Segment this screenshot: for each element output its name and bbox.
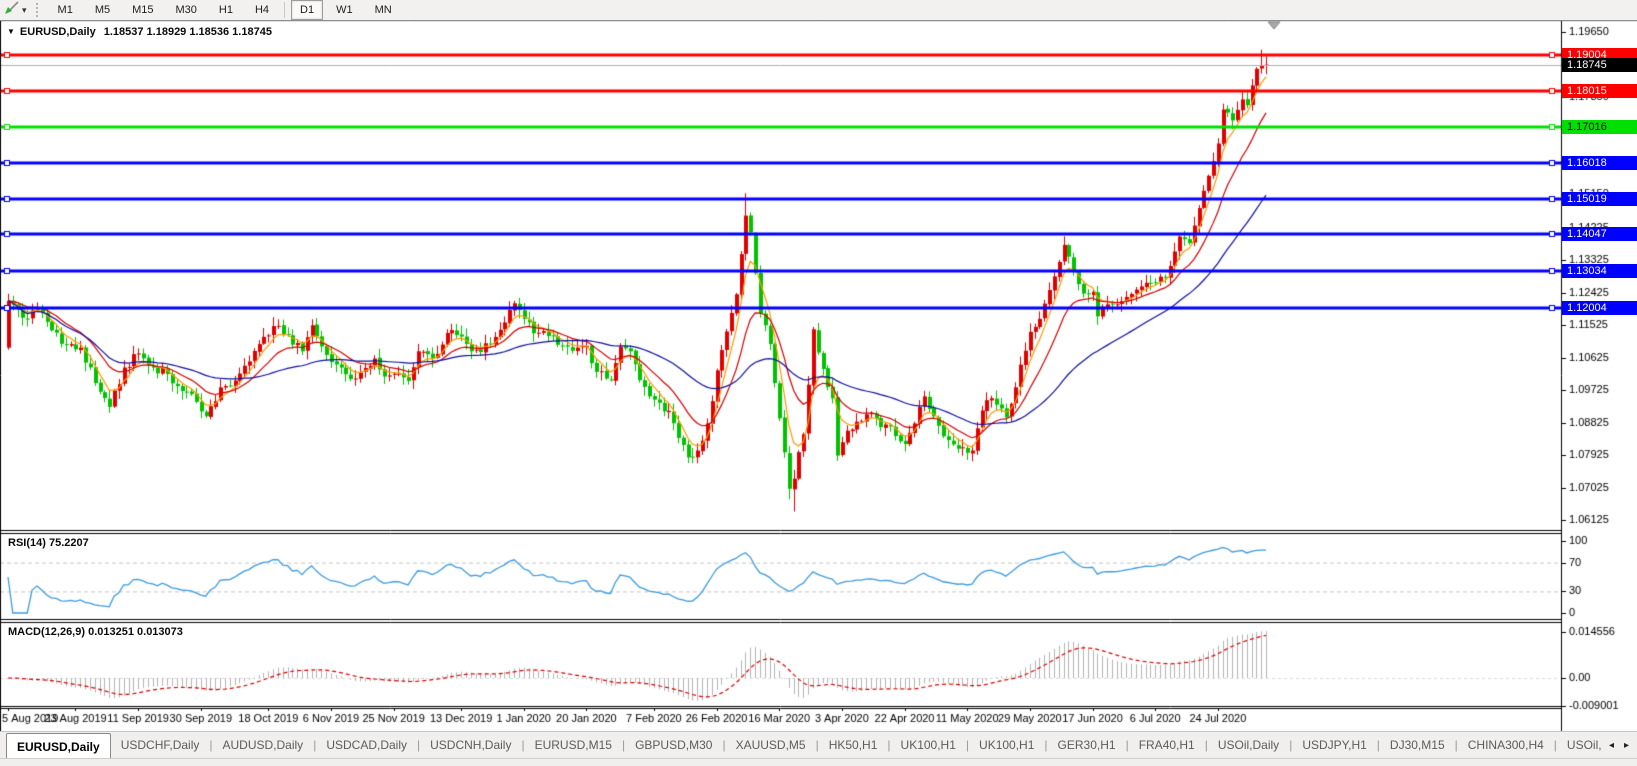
chart-area[interactable] — [0, 0, 1637, 766]
timeframe-button-M15[interactable]: M15 — [123, 0, 162, 20]
toolbar-separator — [284, 2, 285, 18]
chart-tab-USOil-Daily[interactable]: USOil,Daily — [1208, 732, 1289, 759]
toolbar-grip[interactable] — [36, 3, 42, 17]
chart-tab-FRA40-H1[interactable]: FRA40,H1 — [1129, 732, 1205, 759]
macd-indicator-label: MACD(12,26,9) 0.013251 0.013073 — [8, 626, 183, 638]
rsi-indicator-label: RSI(14) 75.2207 — [8, 537, 89, 549]
price-line-label-1.14047[interactable]: 1.14047 — [1562, 227, 1637, 241]
chart-tab-HK50-H1[interactable]: HK50,H1 — [819, 732, 888, 759]
chart-tab-UK100-H1[interactable]: UK100,H1 — [891, 732, 966, 759]
chart-tab-USDCHF-Daily[interactable]: USDCHF,Daily — [111, 732, 210, 759]
chart-tab-AUDUSD-Daily[interactable]: AUDUSD,Daily — [213, 732, 314, 759]
timeframe-button-MN[interactable]: MN — [366, 0, 401, 20]
collapse-icon[interactable]: ▼ — [7, 27, 15, 36]
dropdown-arrow-icon[interactable]: ▾ — [22, 5, 27, 16]
chart-title: ▼ EURUSD,Daily 1.18537 1.18929 1.18536 1.1… — [7, 26, 272, 38]
chart-tab-GBPUSD-M30[interactable]: GBPUSD,M30 — [625, 732, 722, 759]
symbol-period-label: EURUSD,Daily — [20, 26, 96, 38]
timeframe-button-H4[interactable]: H4 — [246, 0, 278, 20]
timeframe-button-M1[interactable]: M1 — [49, 0, 82, 20]
chart-tabs-bar: EURUSD,DailyUSDCHF,Daily|AUDUSD,Daily|US… — [0, 731, 1637, 759]
chart-tab-EURUSD-M15[interactable]: EURUSD,M15 — [525, 732, 622, 759]
tab-scroll-left-icon[interactable]: ◂ — [1609, 740, 1614, 751]
price-line-label-1.13034[interactable]: 1.13034 — [1562, 264, 1637, 278]
timeframe-button-M5[interactable]: M5 — [86, 0, 119, 20]
tab-scroll-right-icon[interactable]: ▸ — [1624, 740, 1629, 751]
chart-tab-XAUUSD-M5[interactable]: XAUUSD,M5 — [726, 732, 816, 759]
price-line-label-1.16018[interactable]: 1.16018 — [1562, 156, 1637, 170]
chart-tab-USOil-H[interactable]: USOil,H — [1557, 732, 1601, 759]
chart-tab-UK100-H1[interactable]: UK100,H1 — [969, 732, 1044, 759]
terminal-window: ▾ M1M5M15M30H1H4 D1W1MN ▼ EURUSD,Daily 1.18… — [0, 0, 1637, 766]
price-line-label-1.15019[interactable]: 1.15019 — [1562, 192, 1637, 206]
timeframe-button-D1[interactable]: D1 — [291, 0, 323, 20]
toolbar: ▾ M1M5M15M30H1H4 D1W1MN — [0, 0, 1637, 21]
crosshair-tool-button[interactable]: ▾ — [1, 1, 30, 19]
status-strip — [0, 758, 1637, 766]
chart-tab-CHINA300-H4[interactable]: CHINA300,H4 — [1458, 732, 1554, 759]
chart-tab-USDJPY-H1[interactable]: USDJPY,H1 — [1292, 732, 1376, 759]
timeframe-button-W1[interactable]: W1 — [327, 0, 362, 20]
timeframe-button-M30[interactable]: M30 — [167, 0, 206, 20]
chart-tab-EURUSD-Daily[interactable]: EURUSD,Daily — [6, 733, 111, 759]
price-line-label-1.17016[interactable]: 1.17016 — [1562, 120, 1637, 134]
price-line-label-1.18015[interactable]: 1.18015 — [1562, 84, 1637, 98]
ohlc-values: 1.18537 1.18929 1.18536 1.18745 — [104, 26, 272, 38]
chart-tabs: EURUSD,DailyUSDCHF,Daily|AUDUSD,Daily|US… — [0, 732, 1601, 759]
timeframe-button-H1[interactable]: H1 — [210, 0, 242, 20]
trendline-tool-icon — [4, 0, 20, 20]
chart-tab-DJ30-M15[interactable]: DJ30,M15 — [1380, 732, 1455, 759]
current-price-label[interactable]: 1.18745 — [1562, 58, 1637, 72]
chart-tab-USDCAD-Daily[interactable]: USDCAD,Daily — [316, 732, 417, 759]
timeframe-buttons: M1M5M15M30H1H4 D1W1MN — [47, 0, 403, 20]
price-line-label-1.12004[interactable]: 1.12004 — [1562, 301, 1637, 315]
chart-tab-GER30-H1[interactable]: GER30,H1 — [1048, 732, 1126, 759]
chart-tab-USDCNH-Daily[interactable]: USDCNH,Daily — [420, 732, 521, 759]
